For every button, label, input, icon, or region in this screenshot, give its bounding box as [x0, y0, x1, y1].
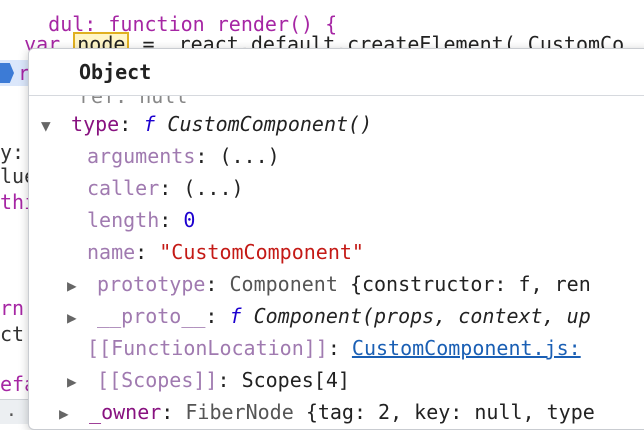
arguments-value[interactable]: (...) — [219, 144, 279, 168]
owner-key: _owner — [89, 400, 162, 424]
caller-value[interactable]: (...) — [183, 176, 243, 200]
code-left-fragment-5: rn — [0, 296, 25, 320]
popover-header: Object — [29, 49, 644, 96]
object-inspector-popover: Object ref: null ▼ type: f CustomCompone… — [28, 48, 644, 430]
prototype-key: prototype — [97, 272, 206, 296]
tree-row-length[interactable]: length: 0 — [87, 206, 195, 236]
collapsed-triangle-icon[interactable]: ▶ — [67, 368, 85, 396]
cut-off-row: ref: null — [79, 96, 188, 108]
expanded-triangle-icon[interactable]: ▼ — [41, 112, 59, 140]
function-f-glyph: f — [229, 304, 242, 328]
tree-row-proto[interactable]: ▶ __proto__: f Component(props, context,… — [67, 302, 591, 332]
tree-row-caller[interactable]: caller: (...) — [87, 174, 244, 204]
tree-row-type[interactable]: ▼ type: f CustomComponent() — [41, 110, 372, 140]
length-key: length — [87, 208, 160, 232]
scopes-value: Scopes[4] — [241, 368, 350, 392]
owner-value: {tag: 2, key: null, type — [305, 400, 595, 424]
name-value: "CustomComponent" — [159, 240, 364, 264]
scopes-key: [[Scopes]] — [97, 368, 218, 392]
proto-value: Component(props, context, up — [253, 304, 591, 328]
prototype-class: Component — [229, 272, 338, 296]
proto-key: __proto__ — [97, 304, 206, 328]
length-value: 0 — [183, 208, 196, 232]
owner-class: FiberNode — [185, 400, 294, 424]
object-property-tree: ref: null ▼ type: f CustomComponent() ar… — [29, 96, 644, 429]
tree-row-scopes[interactable]: ▶ [[Scopes]]: Scopes[4] — [67, 366, 350, 396]
function-location-link[interactable]: CustomComponent.js: — [352, 336, 581, 360]
type-value: CustomComponent() — [167, 112, 373, 136]
arguments-key: arguments — [87, 144, 196, 168]
tree-row-prototype[interactable]: ▶ prototype: Component {constructor: f, … — [67, 270, 591, 300]
collapsed-triangle-icon[interactable]: ▶ — [67, 272, 85, 300]
code-left-fragment-1: y: — [0, 140, 25, 164]
tree-row-arguments[interactable]: arguments: (...) — [87, 142, 280, 172]
name-key: name — [87, 240, 136, 264]
caller-key: caller — [87, 176, 160, 200]
type-key: type — [71, 112, 120, 136]
function-f-glyph: f — [143, 112, 156, 136]
tree-row-name[interactable]: name: "CustomComponent" — [87, 238, 364, 268]
function-location-key: [[FunctionLocation]] — [87, 336, 328, 360]
collapsed-triangle-icon[interactable]: ▶ — [67, 304, 85, 332]
tree-row-function-location[interactable]: [[FunctionLocation]]: CustomComponent.js… — [87, 334, 581, 364]
prototype-value: {constructor: f, ren — [349, 272, 591, 296]
popover-title: Object — [79, 60, 152, 84]
